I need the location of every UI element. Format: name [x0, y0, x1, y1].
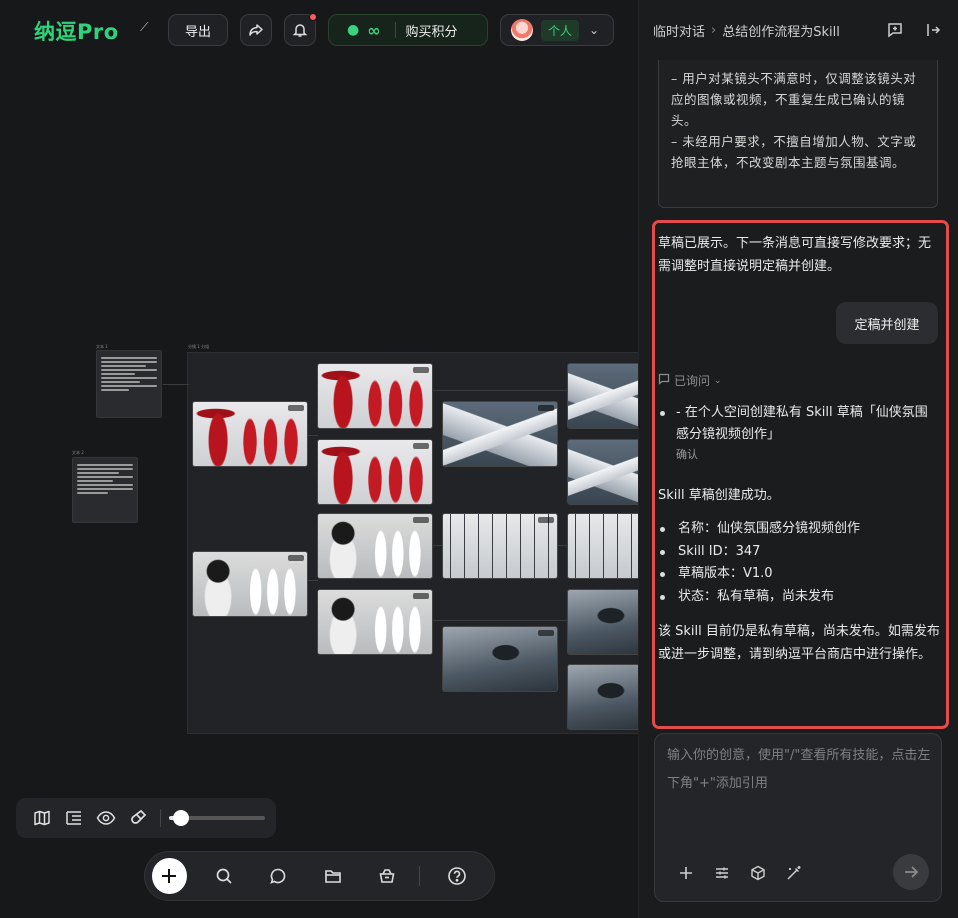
- asked-label: 已询问: [674, 374, 711, 388]
- shot-thumbnail[interactable]: [567, 513, 638, 579]
- magnet-icon[interactable]: [122, 802, 154, 834]
- canvas-tool-panel: [16, 798, 276, 838]
- previous-message-text: – 用户对某镜头不满意时，仅调整该镜头对应的图像或视频，不重复生成已确认的镜头。…: [671, 71, 917, 170]
- dock-divider: [418, 866, 420, 886]
- share-icon: [249, 24, 263, 36]
- credits-divider: [394, 22, 396, 38]
- connector-line: [433, 620, 568, 621]
- chat-input[interactable]: 输入你的创意，使用"/"查看所有技能，点击左下角"+"添加引用: [654, 733, 942, 902]
- credits-button[interactable]: ● ∞ 购买积分: [328, 14, 488, 46]
- breadcrumb: 临时对话 › 总结创作流程为Skill: [639, 0, 958, 60]
- text-card[interactable]: [96, 350, 162, 418]
- shot-thumbnail[interactable]: [442, 401, 558, 467]
- shot-thumbnail[interactable]: [442, 626, 558, 692]
- settings-sliders-icon[interactable]: [711, 862, 733, 884]
- list-item: 名称：仙侠氛围感分镜视频创作: [660, 518, 940, 541]
- skill-info-list: 名称：仙侠氛围感分镜视频创作 Skill ID：347 草稿版本：V1.0 状态…: [660, 518, 940, 608]
- assistant-final-message: 该 Skill 目前仍是私有草稿，尚未发布。如需发布或进一步调整，请到纳逗平台商…: [658, 624, 940, 662]
- connector-line: [308, 435, 318, 436]
- bell-icon: [292, 24, 308, 37]
- cube-icon[interactable]: [747, 862, 769, 884]
- credits-value: ∞: [367, 20, 381, 40]
- success-message: Skill 草稿创建成功。: [658, 488, 780, 503]
- breadcrumb-current: 总结创作流程为Skill: [722, 24, 840, 40]
- search-icon: [216, 868, 232, 884]
- layout-icon[interactable]: [58, 802, 90, 834]
- account-tag: 个人: [541, 19, 580, 41]
- chevron-down-icon: ⌄: [714, 375, 722, 386]
- comment-icon: [270, 868, 286, 884]
- new-chat-icon[interactable]: [885, 20, 905, 40]
- asked-toggle[interactable]: 已询问 ⌄: [658, 372, 722, 389]
- connector-line: [433, 390, 568, 391]
- arrow-right-icon: [905, 866, 919, 878]
- chevron-down-icon: ⌄: [589, 23, 600, 37]
- shot-thumbnail[interactable]: [567, 439, 638, 505]
- previous-message-box: – 用户对某镜头不满意时，仅调整该镜头对应的图像或视频，不重复生成已确认的镜头。…: [658, 60, 938, 208]
- shot-thumbnail[interactable]: [317, 363, 433, 429]
- notifications-button[interactable]: [284, 13, 317, 46]
- list-item: 草稿版本：V1.0: [660, 563, 940, 586]
- zoom-slider-knob[interactable]: [172, 810, 189, 826]
- shot-thumbnail[interactable]: [317, 589, 433, 655]
- bullet: [660, 411, 665, 416]
- chat-input-placeholder[interactable]: 输入你的创意，使用"/"查看所有技能，点击左下角"+"添加引用: [667, 742, 931, 798]
- help-button[interactable]: [439, 858, 474, 894]
- help-icon: [447, 867, 466, 885]
- board-label: 分镜 1 分组: [188, 344, 210, 349]
- chevron-right-icon: ›: [711, 22, 717, 38]
- buy-credits-label: 购买积分: [405, 24, 458, 40]
- shot-thumbnail[interactable]: [442, 513, 558, 579]
- share-button[interactable]: [240, 14, 272, 46]
- send-button[interactable]: [893, 854, 929, 890]
- breadcrumb-root[interactable]: 临时对话: [653, 21, 705, 40]
- shot-thumbnail[interactable]: [317, 439, 433, 505]
- files-button[interactable]: [316, 858, 351, 894]
- bottom-dock: [144, 851, 495, 901]
- shot-thumbnail[interactable]: [567, 589, 638, 655]
- folder-icon: [324, 870, 341, 883]
- confirm-status: 确认: [676, 448, 698, 461]
- shot-thumbnail[interactable]: [317, 513, 433, 579]
- list-item: Skill ID：347: [660, 541, 940, 564]
- collapse-panel-icon[interactable]: [923, 20, 943, 40]
- text-card[interactable]: [72, 457, 138, 523]
- asked-item-text: - 在个人空间创建私有 Skill 草稿「仙侠氛围感分镜视频创作」: [676, 405, 928, 442]
- avatar: [511, 19, 533, 41]
- shot-thumbnail[interactable]: [567, 363, 638, 429]
- export-button[interactable]: 导出: [168, 14, 228, 46]
- shot-thumbnail[interactable]: [567, 664, 638, 730]
- bean-icon: ●: [347, 22, 360, 38]
- shot-thumbnail[interactable]: [192, 551, 308, 617]
- list-item: 状态：私有草稿，尚未发布: [660, 586, 940, 609]
- box-icon: [379, 869, 395, 883]
- notification-dot: [309, 13, 317, 21]
- map-icon[interactable]: [26, 802, 58, 834]
- list-item: - 在个人空间创建私有 Skill 草稿「仙侠氛围感分镜视频创作」: [660, 402, 940, 446]
- project-menu-icon[interactable]: ⟋: [140, 20, 148, 35]
- search-button[interactable]: [207, 858, 242, 894]
- add-button[interactable]: [152, 858, 187, 894]
- assistant-message: 草稿已展示。下一条消息可直接写修改要求；无需调整时直接说明定稿并创建。: [658, 236, 932, 274]
- magic-wand-icon[interactable]: [783, 862, 805, 884]
- eye-icon[interactable]: [90, 802, 122, 834]
- app-logo: 纳逗Pro: [34, 20, 119, 44]
- text-card-label: 文本 2: [72, 450, 84, 455]
- chat-bubble-icon: [658, 373, 670, 388]
- connector-line: [163, 384, 189, 385]
- canvas-area[interactable]: 纳逗Pro ⟋ 导出 ● ∞ 购买积分 个人 ⌄ 文本 1 文本 2 分镜 1 …: [0, 0, 638, 918]
- zoom-slider[interactable]: [169, 810, 265, 826]
- plus-icon[interactable]: [675, 862, 697, 884]
- account-switcher[interactable]: 个人 ⌄: [500, 14, 614, 46]
- connector-line: [308, 580, 318, 581]
- assets-button[interactable]: [370, 858, 405, 894]
- tool-divider: [160, 809, 161, 827]
- shot-thumbnail[interactable]: [192, 401, 308, 467]
- plus-icon: [162, 869, 177, 883]
- comment-button[interactable]: [261, 858, 296, 894]
- user-message: 定稿并创建: [836, 302, 938, 344]
